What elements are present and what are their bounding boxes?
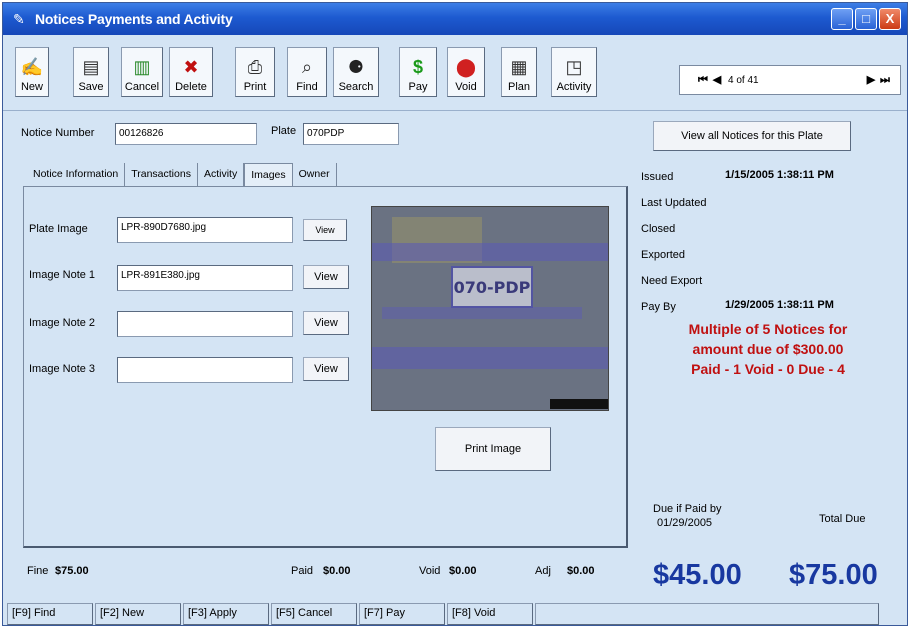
image-note-3-label: Image Note 3 (29, 363, 96, 375)
plate-photo-graphic: 070-PDP (372, 207, 608, 410)
record-position: 4 of 41 (728, 74, 759, 86)
status-f8-void[interactable]: [F8] Void (447, 603, 533, 625)
record-navigator: ⏮ ◀ 4 of 41 ▶ ⏭ (679, 65, 901, 95)
fine-label: Fine (27, 565, 49, 577)
save-icon: ▤ (82, 57, 100, 77)
void-icon: ⬤ (455, 57, 477, 77)
paid-label: Paid (291, 565, 314, 577)
status-bar: [F9] Find [F2] New [F3] Apply [F5] Cance… (7, 603, 903, 625)
delete-button[interactable]: ✖ Delete (169, 47, 213, 97)
status-f7-pay[interactable]: [F7] Pay (359, 603, 445, 625)
pay-icon: $ (412, 57, 423, 77)
print-button[interactable]: ⎙ Print (235, 47, 275, 97)
title-bar: ✎ Notices Payments and Activity _ □ X (3, 3, 907, 35)
activity-icon: ◳ (565, 57, 583, 77)
print-image-button[interactable]: Print Image (435, 427, 551, 471)
toolbar: ✍ New ▤ Save ▥ Cancel ✖ Delete ⎙ Print ⌕… (3, 35, 907, 111)
cancel-button[interactable]: ▥ Cancel (121, 47, 163, 97)
fine-value: $75.00 (55, 565, 89, 577)
total-due-label: Total Due (819, 513, 866, 525)
issued-value: 1/15/2005 1:38:11 PM (725, 169, 834, 181)
search-button[interactable]: ⚈ Search (333, 47, 379, 97)
plate-photo: 070-PDP (371, 206, 609, 411)
prev-record-button[interactable]: ◀ (710, 70, 724, 90)
exported-label: Exported (641, 249, 686, 261)
alert-line-2: amount due of $300.00 (692, 341, 844, 357)
paid-value: $0.00 (323, 565, 351, 577)
first-record-button[interactable]: ⏮ (696, 70, 710, 90)
image-note-3-field[interactable] (117, 357, 293, 383)
void-value: $0.00 (449, 565, 477, 577)
need-export-label: Need Export (641, 275, 703, 287)
plate-number-text: 070-PDP (454, 278, 531, 297)
plan-button[interactable]: ▦ Plan (501, 47, 537, 97)
image-note-1-field[interactable]: LPR-891E380.jpg (117, 265, 293, 291)
plate-image-view-button[interactable]: View (303, 219, 347, 241)
pay-by-value: 1/29/2005 1:38:11 PM (725, 299, 834, 311)
window-title: Notices Payments and Activity (35, 11, 233, 27)
new-button[interactable]: ✍ New (15, 47, 49, 97)
new-icon: ✍ (20, 57, 44, 77)
image-note-3-view-button[interactable]: View (303, 357, 349, 381)
due-if-paid-label: Due if Paid by (653, 503, 722, 515)
image-note-1-label: Image Note 1 (29, 269, 96, 281)
find-icon: ⌕ (301, 57, 313, 77)
find-button[interactable]: ⌕ Find (287, 47, 327, 97)
minimize-button[interactable]: _ (831, 8, 853, 30)
app-icon: ✎ (13, 11, 25, 27)
last-updated-label: Last Updated (641, 197, 707, 209)
tab-owner[interactable]: Owner (293, 163, 337, 187)
notice-number-field[interactable]: 00126826 (115, 123, 257, 145)
image-note-2-label: Image Note 2 (29, 317, 96, 329)
maximize-button[interactable]: □ (855, 8, 877, 30)
image-note-1-view-button[interactable]: View (303, 265, 349, 289)
closed-label: Closed (641, 223, 676, 235)
pay-button[interactable]: $ Pay (399, 47, 437, 97)
plate-image-field[interactable]: LPR-890D7680.jpg (117, 217, 293, 243)
totals-bar: Fine $75.00 Paid $0.00 Void $0.00 Adj $0… (13, 559, 633, 585)
tab-notice-information[interactable]: Notice Information (27, 163, 126, 187)
print-icon: ⎙ (247, 57, 263, 77)
search-icon: ⚈ (347, 57, 365, 77)
image-note-2-field[interactable] (117, 311, 293, 337)
alert-line-1: Multiple of 5 Notices for (688, 321, 848, 337)
status-f9-find[interactable]: [F9] Find (7, 603, 93, 625)
activity-button[interactable]: ◳ Activity (551, 47, 597, 97)
plan-icon: ▦ (510, 57, 528, 77)
status-f3-apply[interactable]: [F3] Apply (183, 603, 269, 625)
tab-images[interactable]: Images (244, 163, 293, 187)
status-f5-cancel[interactable]: [F5] Cancel (271, 603, 357, 625)
due-if-paid-date: 01/29/2005 (657, 517, 713, 529)
image-note-2-view-button[interactable]: View (303, 311, 349, 335)
status-message (535, 603, 879, 625)
view-all-notices-button[interactable]: View all Notices for this Plate (653, 121, 851, 151)
adj-value: $0.00 (567, 565, 595, 577)
tab-activity[interactable]: Activity (198, 163, 245, 187)
total-due-amount: $75.00 (789, 559, 878, 591)
multiple-notices-alert: Multiple of 5 Notices for amount due of … (643, 319, 893, 379)
tab-transactions[interactable]: Transactions (125, 163, 198, 187)
last-record-button[interactable]: ⏭ (878, 70, 892, 90)
plate-label: Plate (271, 125, 297, 137)
due-if-paid-amount: $45.00 (653, 559, 742, 591)
close-button[interactable]: X (879, 8, 901, 30)
main-window: ✎ Notices Payments and Activity _ □ X ✍ … (2, 2, 908, 626)
adj-label: Adj (535, 565, 551, 577)
delete-icon: ✖ (183, 57, 199, 77)
alert-line-3: Paid - 1 Void - 0 Due - 4 (691, 361, 845, 377)
pay-by-label: Pay By (641, 301, 676, 313)
notice-number-label: Notice Number (21, 127, 95, 139)
tab-strip: Notice Information Transactions Activity… (27, 163, 337, 187)
window-controls: _ □ X (831, 8, 901, 30)
cancel-icon: ▥ (133, 57, 151, 77)
next-record-button[interactable]: ▶ (864, 70, 878, 90)
void-label: Void (419, 565, 441, 577)
save-button[interactable]: ▤ Save (73, 47, 109, 97)
void-button[interactable]: ⬤ Void (447, 47, 485, 97)
plate-field[interactable]: 070PDP (303, 123, 399, 145)
issued-label: Issued (641, 171, 674, 183)
status-f2-new[interactable]: [F2] New (95, 603, 181, 625)
plate-image-label: Plate Image (29, 223, 88, 235)
